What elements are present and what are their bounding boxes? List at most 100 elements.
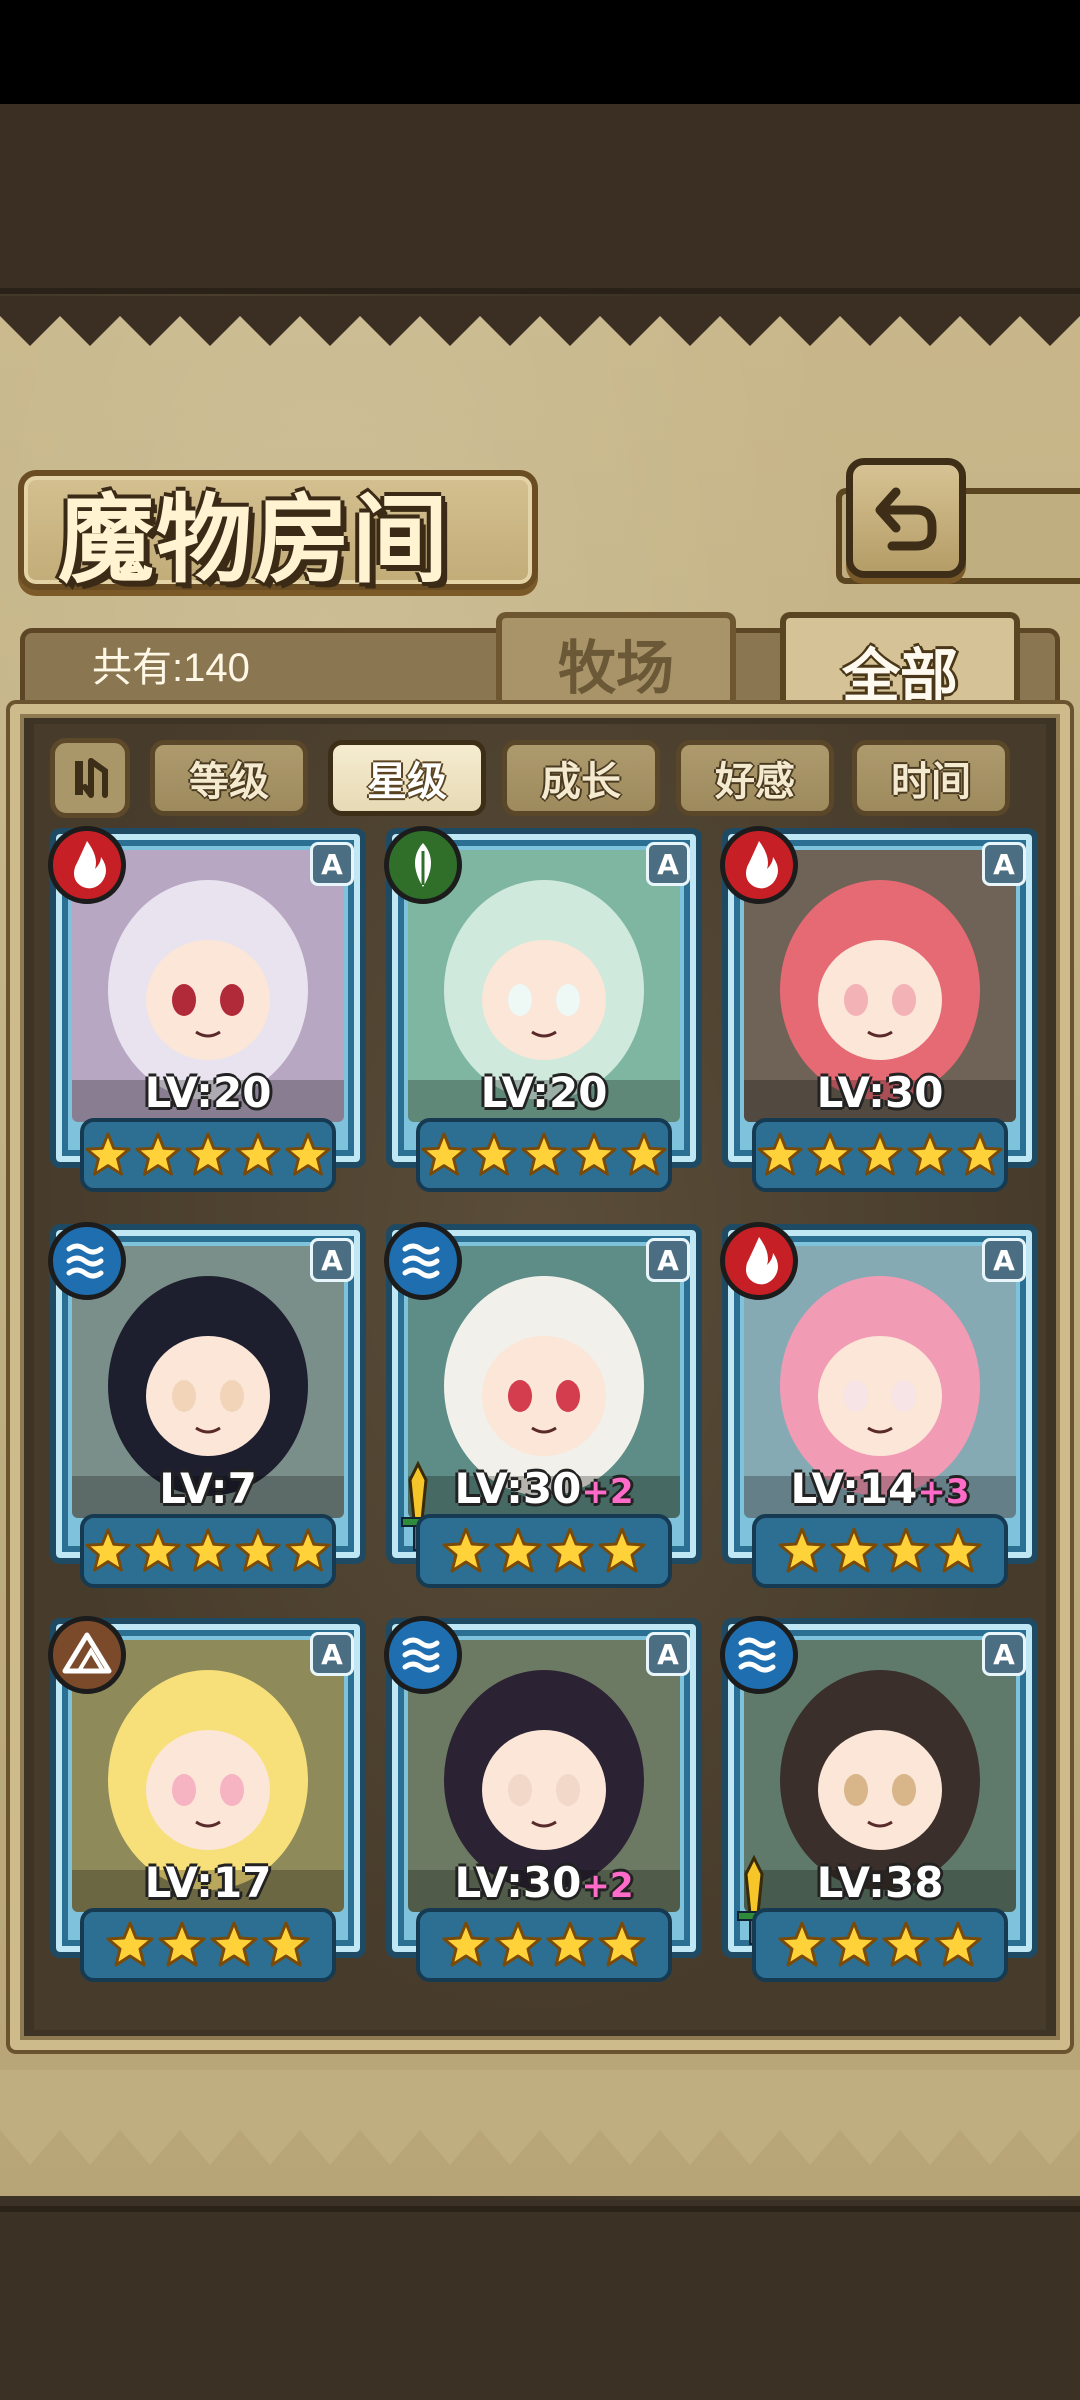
- rank-badge: A: [982, 842, 1026, 886]
- level-label: LV:17: [50, 1858, 366, 1912]
- star-icon: [778, 1921, 826, 1967]
- top-map-band: [0, 104, 1080, 294]
- star-icon: [621, 1132, 667, 1176]
- star-icon: [235, 1528, 281, 1572]
- monster-card[interactable]: A LV:14+3: [720, 1222, 1038, 1598]
- star-icon: [934, 1921, 982, 1967]
- sort-time-button[interactable]: 时间: [852, 740, 1010, 816]
- rank-badge: A: [646, 1632, 690, 1676]
- bottom-divider: [0, 2206, 1080, 2212]
- level-label: LV:20: [50, 1068, 366, 1122]
- level-label: LV:30: [722, 1068, 1038, 1122]
- grass-icon: [384, 826, 462, 904]
- sort-level-button[interactable]: 等级: [150, 740, 308, 816]
- star-icon: [571, 1132, 617, 1176]
- star-rating: [752, 1908, 1008, 1982]
- rank-badge: A: [982, 1238, 1026, 1282]
- monster-card[interactable]: A LV:30+2: [384, 1222, 702, 1598]
- rank-badge: A: [646, 1238, 690, 1282]
- sort-affection-button[interactable]: 好感: [676, 740, 834, 816]
- star-icon: [494, 1527, 542, 1573]
- star-rating: [80, 1514, 336, 1588]
- fire-icon: [48, 826, 126, 904]
- level-bonus: +2: [581, 1866, 634, 1906]
- fire-icon: [720, 826, 798, 904]
- rank-badge: A: [646, 842, 690, 886]
- star-icon: [830, 1921, 878, 1967]
- star-icon: [957, 1132, 1003, 1176]
- level-text: LV:30: [454, 1464, 582, 1513]
- star-icon: [598, 1527, 646, 1573]
- star-icon: [598, 1921, 646, 1967]
- monster-card[interactable]: A LV:30: [720, 826, 1038, 1202]
- level-label: LV:30+2: [386, 1858, 702, 1912]
- star-icon: [882, 1921, 930, 1967]
- star-rating: [416, 1514, 672, 1588]
- star-icon: [442, 1921, 490, 1967]
- star-icon: [285, 1528, 331, 1572]
- star-rating: [752, 1118, 1008, 1192]
- star-icon: [778, 1527, 826, 1573]
- sort-order-icon: [75, 758, 108, 798]
- star-rating: [80, 1118, 336, 1192]
- star-icon: [262, 1921, 310, 1967]
- star-icon: [135, 1528, 181, 1572]
- water-icon: [384, 1616, 462, 1694]
- rank-badge: A: [310, 842, 354, 886]
- tab-ranch[interactable]: 牧场: [496, 612, 736, 708]
- star-icon: [421, 1132, 467, 1176]
- monster-card[interactable]: A LV:38: [720, 1616, 1038, 1992]
- water-icon: [384, 1222, 462, 1300]
- back-button[interactable]: [846, 458, 966, 578]
- star-rating: [416, 1118, 672, 1192]
- level-text: LV:14: [790, 1464, 918, 1513]
- level-text: LV:30: [816, 1068, 944, 1117]
- rank-badge: A: [310, 1632, 354, 1676]
- star-icon: [210, 1921, 258, 1967]
- rank-badge: A: [982, 1632, 1026, 1676]
- back-arrow-icon: [875, 487, 937, 551]
- level-label: LV:20: [386, 1068, 702, 1122]
- water-icon: [48, 1222, 126, 1300]
- star-icon: [85, 1528, 131, 1572]
- star-rating: [416, 1908, 672, 1982]
- level-text: LV:20: [480, 1068, 608, 1117]
- monster-card[interactable]: A LV:7: [48, 1222, 366, 1598]
- monster-card[interactable]: A LV:20: [48, 826, 366, 1202]
- level-label: LV:7: [50, 1464, 366, 1518]
- level-text: LV:17: [144, 1858, 272, 1907]
- level-bonus: +3: [917, 1472, 970, 1512]
- monster-card[interactable]: A LV:30+2: [384, 1616, 702, 1992]
- star-icon: [857, 1132, 903, 1176]
- level-text: LV:7: [159, 1464, 257, 1513]
- level-text: LV:30: [454, 1858, 582, 1907]
- rank-badge: A: [310, 1238, 354, 1282]
- sort-growth-button[interactable]: 成长: [502, 740, 660, 816]
- sort-star-button[interactable]: 星级: [328, 740, 486, 816]
- star-icon: [757, 1132, 803, 1176]
- star-icon: [158, 1921, 206, 1967]
- earth-icon: [48, 1616, 126, 1694]
- monster-count: 共有:140: [92, 646, 250, 690]
- level-text: LV:38: [816, 1858, 944, 1907]
- star-icon: [830, 1527, 878, 1573]
- bottom-map-band: [0, 2200, 1080, 2400]
- star-icon: [934, 1527, 982, 1573]
- star-rating: [80, 1908, 336, 1982]
- star-icon: [135, 1132, 181, 1176]
- star-icon: [907, 1132, 953, 1176]
- monster-card[interactable]: A LV:17: [48, 1616, 366, 1992]
- level-bonus: +2: [581, 1472, 634, 1512]
- star-rating: [752, 1514, 1008, 1588]
- page-title: 魔物房间: [58, 483, 450, 596]
- water-icon: [720, 1616, 798, 1694]
- fire-icon: [720, 1222, 798, 1300]
- star-icon: [85, 1132, 131, 1176]
- star-icon: [235, 1132, 281, 1176]
- star-icon: [882, 1527, 930, 1573]
- star-icon: [442, 1527, 490, 1573]
- star-icon: [471, 1132, 517, 1176]
- star-icon: [494, 1921, 542, 1967]
- monster-card[interactable]: A LV:20: [384, 826, 702, 1202]
- sort-order-toggle[interactable]: [50, 738, 130, 818]
